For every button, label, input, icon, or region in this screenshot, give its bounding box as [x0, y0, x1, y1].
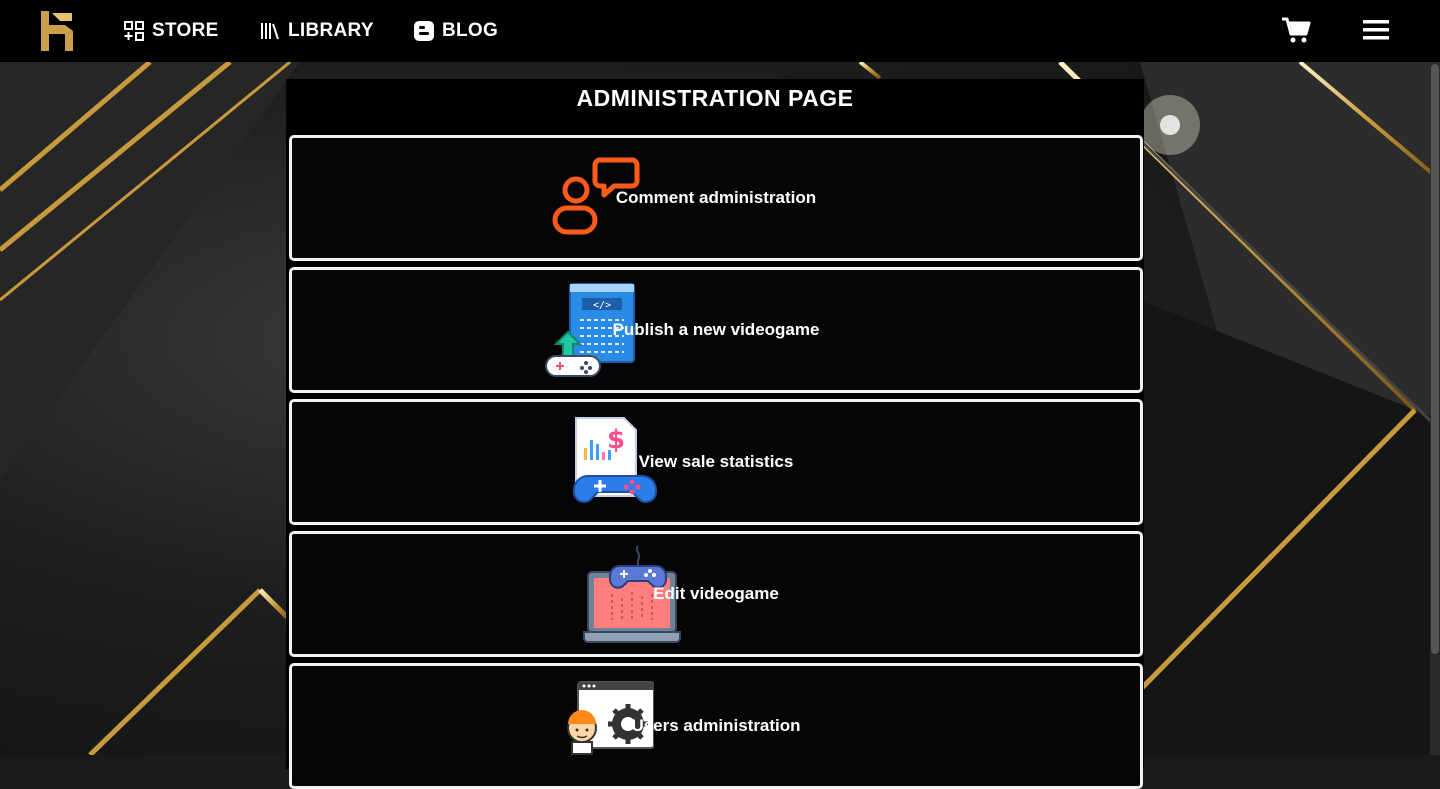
card-label: Edit videogame [653, 584, 779, 603]
nav-store-label: STORE [152, 20, 219, 41]
nav-library-label: LIBRARY [288, 20, 374, 41]
admin-panel: ADMINISTRATION PAGE Comment administrati… [286, 79, 1144, 789]
card-comment-administration[interactable]: Comment administration [289, 135, 1143, 261]
blogger-icon [414, 21, 434, 41]
store-grid-icon [124, 21, 144, 41]
shopping-cart-icon[interactable] [1281, 16, 1311, 44]
nav-store[interactable]: STORE [124, 0, 219, 62]
nav-blog[interactable]: BLOG [414, 0, 498, 62]
card-sale-statistics[interactable]: $ View sale statistics [289, 399, 1143, 525]
card-edit-videogame[interactable]: Edit videogame [289, 531, 1143, 657]
nav-blog-label: BLOG [442, 20, 499, 41]
nav-library[interactable]: LIBRARY [260, 0, 374, 62]
page-scrollbar[interactable] [1430, 62, 1440, 755]
library-books-icon [261, 23, 279, 40]
card-label: Publish a new videogame [612, 320, 820, 339]
card-publish-videogame[interactable]: </> Publish a new videogame [289, 267, 1143, 393]
page-title: ADMINISTRATION PAGE [576, 85, 854, 111]
card-users-administration[interactable]: Users administration [289, 663, 1143, 789]
card-label: Comment administration [615, 188, 817, 207]
svg-text:</>: </> [593, 300, 611, 311]
hamburger-menu-icon[interactable] [1362, 18, 1390, 42]
top-navbar: STORE LIBRARY BLOG [0, 0, 1440, 62]
scrollbar-thumb[interactable] [1431, 64, 1439, 654]
site-logo-icon[interactable] [38, 9, 76, 53]
card-label: View sale statistics [638, 452, 794, 471]
card-label: Users administration [631, 716, 801, 735]
